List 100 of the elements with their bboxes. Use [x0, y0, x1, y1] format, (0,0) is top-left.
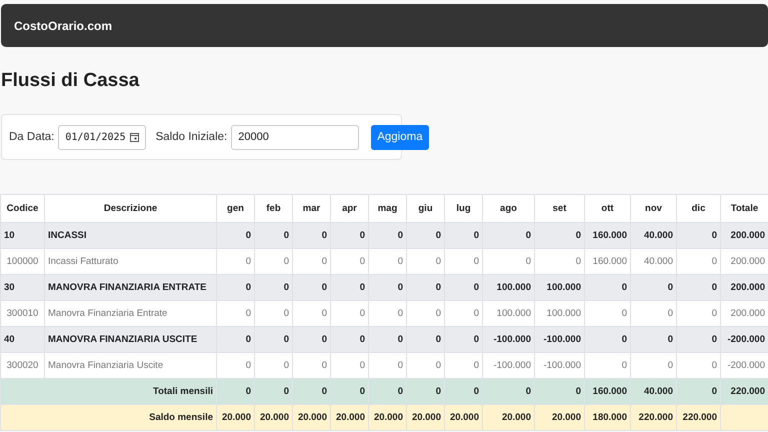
table-cell: 0	[330, 352, 368, 378]
description-cell: MANOVRA FINANZIARIA ENTRATE	[44, 274, 216, 300]
code-cell: 300010	[0, 300, 44, 326]
table-cell: 0	[676, 222, 720, 248]
table-cell: 100.000	[534, 274, 584, 300]
table-cell: 20.000	[368, 404, 406, 430]
table-cell: 0	[368, 222, 406, 248]
column-header: feb	[254, 194, 292, 222]
table-cell: 0	[216, 248, 254, 274]
column-header: nov	[630, 194, 676, 222]
table-cell: 0	[330, 248, 368, 274]
table-cell: 160.000	[584, 248, 630, 274]
table-cell: 0	[584, 300, 630, 326]
table-cell: 220.000	[720, 378, 768, 404]
description-cell: MANOVRA FINANZIARIA USCITE	[44, 326, 216, 352]
table-cell: 0	[676, 352, 720, 378]
column-header: dic	[676, 194, 720, 222]
table-cell: 0	[330, 222, 368, 248]
table-cell: 20.000	[216, 404, 254, 430]
table-cell: 0	[254, 378, 292, 404]
table-cell: 220.000	[676, 404, 720, 430]
date-field[interactable]: 01/01/2025	[58, 124, 146, 150]
table-cell: 0	[292, 274, 330, 300]
brand-link[interactable]: CostoOrario.com	[14, 18, 112, 32]
table-cell: 0	[406, 300, 444, 326]
table-cell: 0	[676, 378, 720, 404]
code-cell: 30	[0, 274, 44, 300]
column-header: set	[534, 194, 584, 222]
table-cell: 100.000	[534, 300, 584, 326]
table-cell: 0	[534, 378, 584, 404]
table-cell: 0	[406, 222, 444, 248]
table-cell: -100.000	[482, 326, 534, 352]
table-cell: 0	[406, 326, 444, 352]
table-cell: 0	[292, 378, 330, 404]
table-cell: 40.000	[630, 222, 676, 248]
column-header: ott	[584, 194, 630, 222]
table-cell: 0	[630, 326, 676, 352]
update-button[interactable]: Aggioma	[371, 124, 429, 150]
table-cell: 0	[676, 300, 720, 326]
table-cell: 0	[482, 248, 534, 274]
table-cell: 200.000	[720, 248, 768, 274]
table-cell: -100.000	[482, 352, 534, 378]
table-cell: -200.000	[720, 326, 768, 352]
page-title: Flussi di Cassa	[1, 69, 140, 93]
table-cell: 0	[630, 274, 676, 300]
calendar-icon[interactable]	[130, 132, 139, 142]
table-cell: 40.000	[630, 378, 676, 404]
balance-field[interactable]: 20000	[231, 124, 360, 150]
description-cell: Manovra Finanziaria Entrate	[44, 300, 216, 326]
table-cell: 20.000	[444, 404, 482, 430]
column-header: giu	[406, 194, 444, 222]
table-cell: 0	[292, 248, 330, 274]
table-cell: 0	[254, 248, 292, 274]
table-cell: 0	[254, 352, 292, 378]
table-cell: 0	[630, 352, 676, 378]
column-header: gen	[216, 194, 254, 222]
table-cell: 0	[368, 274, 406, 300]
table-cell: 0	[534, 222, 584, 248]
table-cell: 0	[216, 352, 254, 378]
table-cell: 20.000	[330, 404, 368, 430]
table-cell: 0	[444, 248, 482, 274]
table-cell: 20.000	[482, 404, 534, 430]
table-cell: 0	[330, 274, 368, 300]
table-cell: 0	[368, 300, 406, 326]
table-cell: 0	[444, 352, 482, 378]
table-cell: 0	[368, 352, 406, 378]
table-cell: 100.000	[482, 274, 534, 300]
column-header: apr	[330, 194, 368, 222]
table-cell: 0	[444, 222, 482, 248]
table-cell: 200.000	[720, 300, 768, 326]
table-cell: 180.000	[584, 404, 630, 430]
table-cell: 0	[330, 326, 368, 352]
column-header: Codice	[0, 194, 44, 222]
table-cell: 0	[406, 352, 444, 378]
table-cell: 0	[406, 274, 444, 300]
balance-label: Saldo Iniziale:	[156, 131, 228, 143]
table-cell: 0	[330, 378, 368, 404]
table-cell: 0	[292, 300, 330, 326]
table-cell: 0	[406, 248, 444, 274]
table-cell: 0	[482, 222, 534, 248]
table-cell: 0	[584, 326, 630, 352]
table-cell: 0	[676, 326, 720, 352]
table-cell: 220.000	[630, 404, 676, 430]
column-header: lug	[444, 194, 482, 222]
table-cell: 0	[292, 222, 330, 248]
table-cell: 20.000	[292, 404, 330, 430]
table-cell: 0	[368, 248, 406, 274]
table-cell: 0	[254, 222, 292, 248]
description-cell: Manovra Finanziaria Uscite	[44, 352, 216, 378]
table-cell: -200.000	[720, 352, 768, 378]
table-cell: 0	[584, 352, 630, 378]
table-cell: 0	[444, 274, 482, 300]
table-cell: 0	[368, 326, 406, 352]
table-cell: 200.000	[720, 274, 768, 300]
table-cell: 0	[444, 326, 482, 352]
table-cell: 0	[216, 222, 254, 248]
table-cell: 0	[254, 300, 292, 326]
description-cell: INCASSI	[44, 222, 216, 248]
table-cell: -100.000	[534, 326, 584, 352]
code-cell: 40	[0, 326, 44, 352]
